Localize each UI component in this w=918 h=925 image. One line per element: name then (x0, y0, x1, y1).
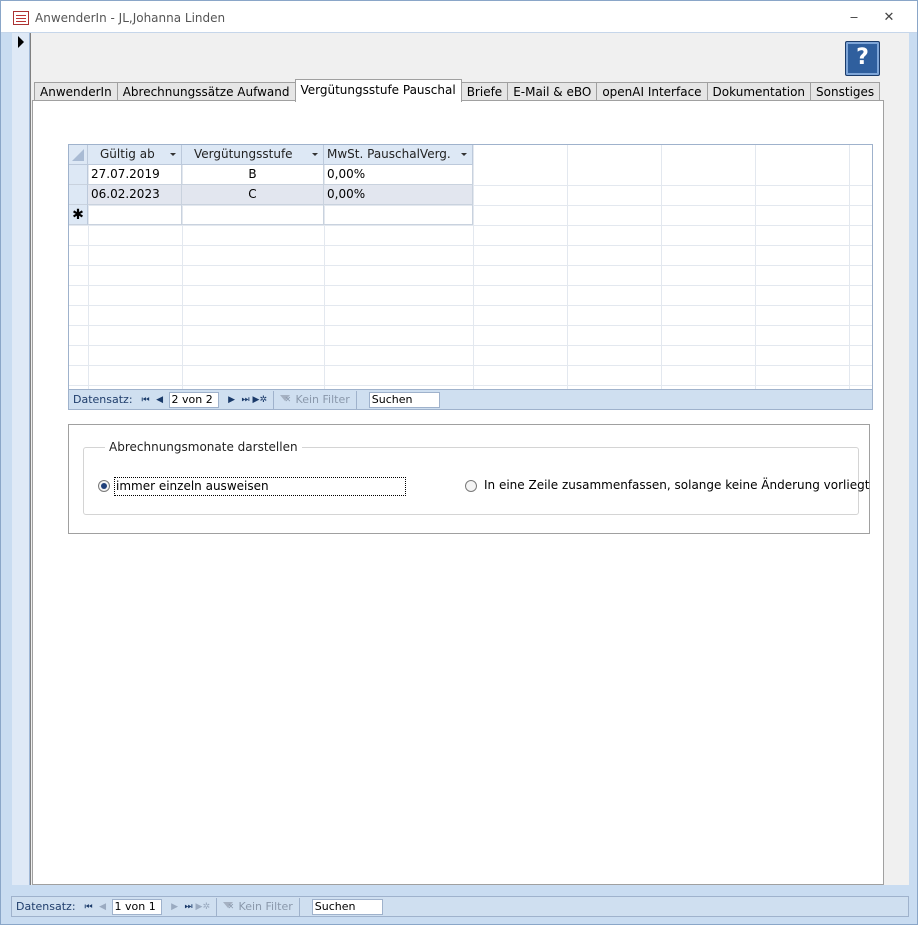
nav-label: Datensatz: (73, 393, 133, 406)
nav-divider (215, 897, 217, 916)
new-record-nav-icon[interactable]: ▶✲ (196, 900, 210, 914)
filter-icon (222, 901, 235, 912)
nav-divider (355, 390, 357, 409)
tab-verguetungsstufe-pauschal[interactable]: Vergütungsstufe Pauschal (294, 79, 462, 102)
tab-strip: AnwenderIn Abrechnungssätze Aufwand Verg… (34, 79, 881, 102)
next-record-icon[interactable]: ▶ (168, 900, 182, 914)
radio-zusammenfassen[interactable] (465, 480, 477, 492)
column-header-label: Vergütungsstufe (194, 147, 293, 161)
tab-openai-interface[interactable]: openAI Interface (596, 82, 708, 102)
new-cell-verguetungsstufe[interactable] (182, 205, 324, 225)
radio-immer-einzeln[interactable] (98, 480, 110, 492)
tab-page-verguetungsstufe: Gültig ab Vergütungsstufe MwSt. Pauschal… (32, 100, 884, 885)
cell-verguetungsstufe[interactable]: C (182, 185, 324, 205)
tab-anwenderin[interactable]: AnwenderIn (34, 82, 118, 102)
column-dropdown-icon[interactable] (170, 153, 176, 156)
column-header-gueltig-ab[interactable]: Gültig ab (88, 145, 182, 165)
new-cell-mwst[interactable] (324, 205, 473, 225)
option-group-frame: Abrechnungsmonate darstellen immer einze… (68, 424, 870, 534)
subform-navigation-bar: Datensatz: ⏮ ◀ 2 von 2 ▶ ⏭ ▶✲ Kein Filte… (69, 389, 872, 409)
tab-briefe[interactable]: Briefe (460, 82, 509, 102)
minimize-button[interactable]: ‒ (844, 9, 864, 27)
column-header-mwst[interactable]: MwSt. PauschalVerg. (324, 145, 473, 165)
row-selector[interactable] (69, 165, 88, 185)
tab-email-ebo[interactable]: E-Mail & eBO (507, 82, 598, 102)
record-position-field[interactable]: 2 von 2 (168, 391, 219, 408)
first-record-icon[interactable]: ⏮ (82, 900, 96, 914)
filter-icon (279, 394, 292, 405)
nav-label: Datensatz: (16, 900, 76, 913)
column-header-label: Gültig ab (100, 147, 155, 161)
search-field[interactable]: Suchen (368, 391, 440, 408)
form-navigation-bar: Datensatz: ⏮ ◀ 1 von 1 ▶ ⏭ ▶✲ Kein Filte… (11, 896, 909, 917)
next-record-icon[interactable]: ▶ (225, 393, 239, 407)
filter-toggle[interactable]: Kein Filter (279, 393, 350, 406)
filter-label: Kein Filter (238, 900, 293, 913)
new-record-icon[interactable]: ✱ (69, 205, 88, 225)
option-group-title: Abrechnungsmonate darstellen (105, 440, 302, 454)
search-field[interactable]: Suchen (311, 898, 383, 915)
tab-abrechnungssaetze-aufwand[interactable]: Abrechnungssätze Aufwand (116, 82, 296, 102)
last-record-icon[interactable]: ⏭ (239, 393, 253, 407)
cell-mwst[interactable]: 0,00% (324, 185, 473, 205)
form-icon (13, 11, 29, 25)
filter-toggle[interactable]: Kein Filter (222, 900, 293, 913)
option-zusammenfassen-label[interactable]: In eine Zeile zusammenfassen, solange ke… (484, 478, 869, 492)
row-selector[interactable] (69, 185, 88, 205)
new-record-nav-icon[interactable]: ▶✲ (253, 393, 267, 407)
cell-verguetungsstufe[interactable]: B (182, 165, 324, 185)
column-header-label: MwSt. PauschalVerg. (327, 147, 451, 161)
previous-record-icon[interactable]: ◀ (153, 393, 167, 407)
cell-gueltig-ab[interactable]: 06.02.2023 (88, 185, 182, 205)
cell-gueltig-ab[interactable]: 27.07.2019 (88, 165, 182, 185)
close-button[interactable]: ✕ (879, 9, 899, 27)
select-all-corner[interactable] (69, 145, 88, 165)
record-position-field[interactable]: 1 von 1 (111, 898, 162, 915)
app-window: AnwenderIn - JL,Johanna Linden ‒ ✕ ? Anw… (0, 0, 918, 925)
current-record-arrow-icon (18, 36, 24, 48)
previous-record-icon[interactable]: ◀ (96, 900, 110, 914)
option-immer-einzeln-label[interactable]: immer einzeln ausweisen (114, 477, 406, 496)
nav-divider (272, 390, 274, 409)
column-header-verguetungsstufe[interactable]: Vergütungsstufe (182, 145, 324, 165)
record-selector[interactable] (12, 33, 30, 885)
verguetung-subform: Gültig ab Vergütungsstufe MwSt. Pauschal… (68, 144, 873, 410)
tab-sonstiges[interactable]: Sonstiges (810, 82, 881, 102)
window-title: AnwenderIn - JL,Johanna Linden (35, 11, 226, 25)
tab-dokumentation[interactable]: Dokumentation (706, 82, 812, 102)
form-body: ? AnwenderIn Abrechnungssätze Aufwand Ve… (30, 33, 909, 885)
column-dropdown-icon[interactable] (461, 153, 467, 156)
filter-label: Kein Filter (295, 393, 350, 406)
cell-mwst[interactable]: 0,00% (324, 165, 473, 185)
title-bar: AnwenderIn - JL,Johanna Linden ‒ ✕ (1, 1, 917, 33)
last-record-icon[interactable]: ⏭ (182, 900, 196, 914)
new-cell-gueltig-ab[interactable] (88, 205, 182, 225)
first-record-icon[interactable]: ⏮ (139, 393, 153, 407)
help-button[interactable]: ? (845, 41, 880, 76)
nav-divider (298, 897, 300, 916)
column-dropdown-icon[interactable] (312, 153, 318, 156)
